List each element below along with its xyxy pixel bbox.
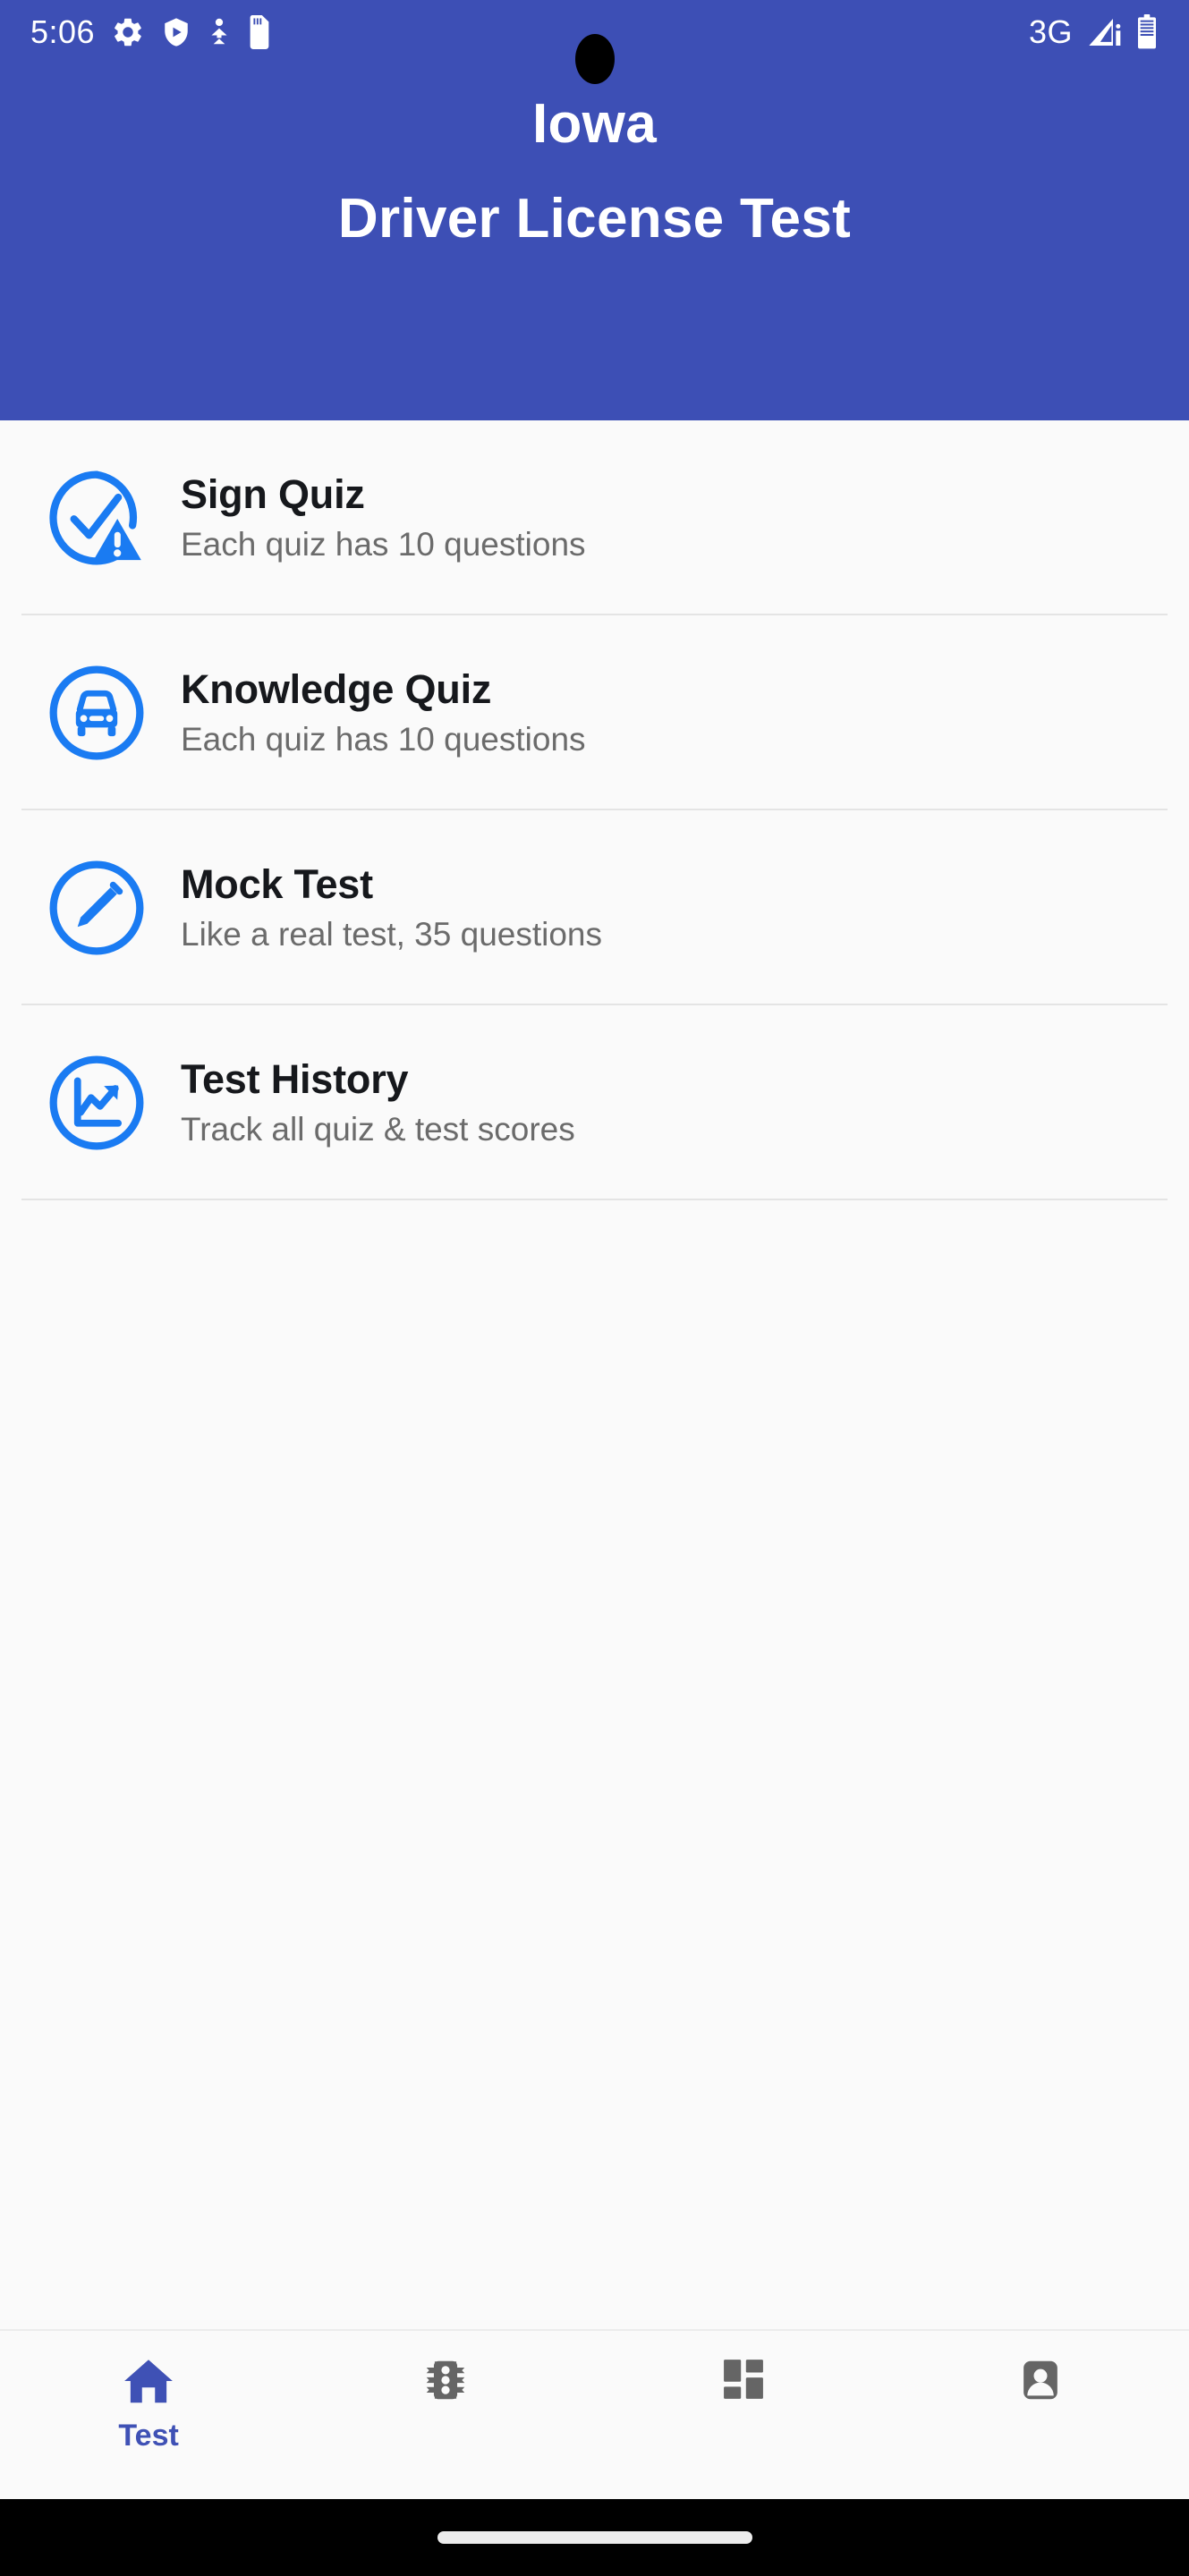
pencil-circle-icon <box>41 852 152 963</box>
menu-item-test-history[interactable]: Test History Track all quiz & test score… <box>0 1005 1189 1200</box>
account-person-icon <box>1023 2360 1057 2400</box>
gesture-home-pill[interactable] <box>437 2531 752 2544</box>
menu-item-title: Sign Quiz <box>181 470 365 517</box>
menu-item-text: Test History Track all quiz & test score… <box>181 1058 575 1148</box>
bottom-navigation: Test <box>0 2329 1189 2499</box>
nav-item-test[interactable]: Test <box>0 2354 297 2451</box>
menu-item-subtitle: Like a real test, 35 questions <box>181 916 603 953</box>
page-subtitle: Driver License Test <box>337 187 852 250</box>
menu-list: Sign Quiz Each quiz has 10 questions Kno… <box>0 420 1189 2329</box>
dashboard-grid-icon <box>723 2360 763 2399</box>
status-bar-right: 3G <box>1029 14 1159 50</box>
menu-item-title: Mock Test <box>181 860 373 907</box>
sd-card-icon <box>250 15 269 49</box>
menu-item-text: Knowledge Quiz Each quiz has 10 question… <box>181 668 586 758</box>
nav-item-label: Test <box>118 2419 179 2453</box>
traffic-light-icon <box>427 2360 465 2400</box>
menu-item-sign-quiz[interactable]: Sign Quiz Each quiz has 10 questions <box>0 420 1189 615</box>
network-type-label: 3G <box>1028 13 1073 50</box>
nav-item-traffic-signs[interactable] <box>297 2354 594 2417</box>
status-bar: 5:06 3G <box>0 0 1189 84</box>
settings-gear-icon <box>115 18 141 47</box>
header-titles: Iowa Driver License Test <box>0 64 1189 253</box>
menu-item-mock-test[interactable]: Mock Test Like a real test, 35 questions <box>0 810 1189 1005</box>
app-header: 5:06 3G Iowa Driver License Test <box>0 0 1189 420</box>
play-protect-shield-icon <box>165 18 188 47</box>
system-gesture-bar <box>0 2499 1189 2576</box>
menu-item-title: Knowledge Quiz <box>181 665 492 712</box>
home-icon <box>124 2360 173 2403</box>
menu-item-knowledge-quiz[interactable]: Knowledge Quiz Each quiz has 10 question… <box>0 615 1189 810</box>
menu-item-subtitle: Track all quiz & test scores <box>181 1111 575 1148</box>
page-title: Iowa <box>531 93 657 155</box>
nav-item-account[interactable] <box>892 2354 1189 2417</box>
menu-item-text: Mock Test Like a real test, 35 questions <box>181 863 602 953</box>
status-bar-left: 5:06 <box>30 15 272 49</box>
check-circle-warning-icon <box>41 462 152 573</box>
phone-screen: 5:06 3G Iowa Driver License Test Sign Qu… <box>0 0 1189 2576</box>
menu-item-title: Test History <box>181 1055 409 1102</box>
list-divider <box>21 1199 1168 1200</box>
download-icon <box>211 18 227 45</box>
signal-bars-icon <box>1089 19 1121 46</box>
menu-item-subtitle: Each quiz has 10 questions <box>181 526 586 564</box>
menu-item-subtitle: Each quiz has 10 questions <box>181 721 586 758</box>
status-clock: 5:06 <box>30 13 96 50</box>
menu-item-text: Sign Quiz Each quiz has 10 questions <box>181 473 586 563</box>
camera-cutout <box>574 34 615 84</box>
nav-item-dashboard[interactable] <box>595 2354 892 2415</box>
battery-icon <box>1138 14 1156 49</box>
trending-chart-circle-icon <box>41 1047 152 1158</box>
car-circle-icon <box>41 657 152 768</box>
